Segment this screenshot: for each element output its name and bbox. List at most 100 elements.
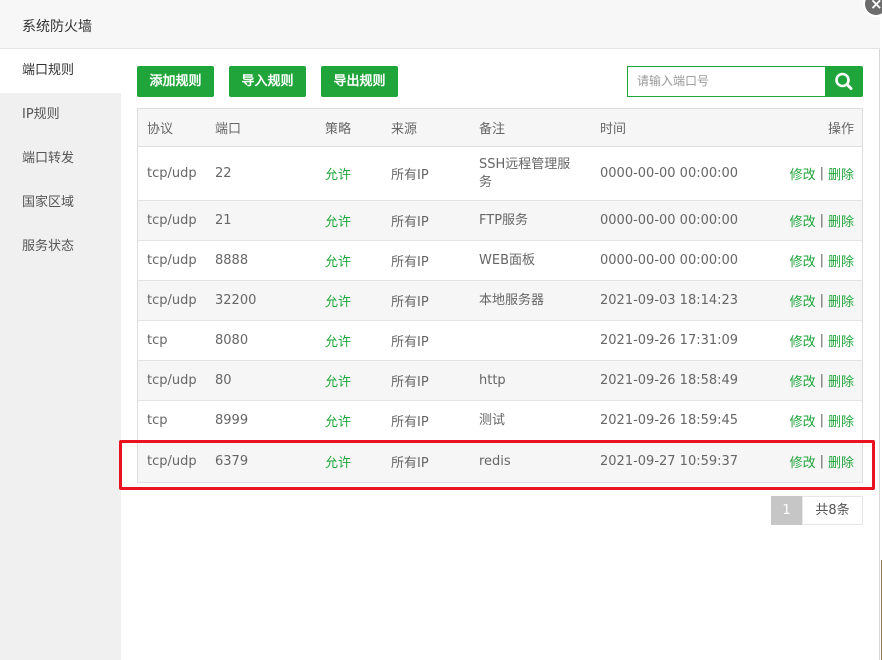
header-source: 来源 — [391, 122, 418, 137]
cell-actions: 修改 | 删除 — [734, 361, 854, 400]
close-icon: × — [870, 0, 882, 13]
cell-protocol: tcp — [147, 333, 168, 348]
action-separator: | — [819, 373, 824, 388]
cell-protocol: tcp/udp — [147, 213, 197, 228]
action-separator: | — [819, 253, 824, 268]
cell-protocol: tcp — [147, 413, 168, 428]
cell-port: 80 — [215, 373, 232, 388]
edit-link[interactable]: 修改 — [790, 251, 816, 270]
header-time: 时间 — [600, 122, 627, 137]
title-bar: 系统防火墙 — [0, 0, 880, 49]
table-row: tcp/udp 8888 允许 所有IP WEB面板 0000-00-00 00:00:0… — [138, 241, 862, 281]
cell-protocol: tcp/udp — [147, 373, 197, 388]
sidebar-item-label: 服务状态 — [22, 239, 75, 254]
edit-link[interactable]: 修改 — [790, 291, 816, 310]
cell-actions: 修改 | 删除 — [734, 401, 854, 440]
cell-policy: 允许 — [325, 335, 352, 350]
action-separator: | — [819, 166, 824, 181]
table-row: tcp/udp 21 允许 所有IP FTP服务 0000-00-00 00:00:00 修… — [138, 201, 862, 241]
sidebar-item-label: 国家区域 — [22, 195, 75, 210]
action-separator: | — [819, 293, 824, 308]
delete-link[interactable]: 删除 — [828, 164, 854, 183]
cell-port: 21 — [215, 213, 232, 228]
table-header: 协议 端口 策略 来源 备注 时间 操作 — [138, 109, 862, 147]
header-port: 端口 — [215, 122, 242, 137]
cell-source: 所有IP — [391, 168, 429, 183]
add-rule-button[interactable]: 添加规则 — [137, 66, 214, 97]
cell-source: 所有IP — [391, 415, 429, 430]
search-button[interactable] — [825, 66, 863, 97]
header-note: 备注 — [479, 122, 506, 137]
cell-port: 8080 — [215, 333, 249, 348]
cell-time: 0000-00-00 00:00:00 — [600, 166, 739, 181]
cell-protocol: tcp/udp — [147, 293, 197, 308]
highlight-box — [119, 440, 875, 490]
cell-time: 2021-09-03 18:14:23 — [600, 293, 739, 308]
cell-time: 2021-09-26 18:58:49 — [600, 373, 739, 388]
sidebar-item-ip-rules[interactable]: IP规则 — [0, 93, 121, 137]
cell-port: 8888 — [215, 253, 249, 268]
total-count: 共8条 — [802, 496, 863, 525]
cell-note: http — [479, 372, 506, 388]
edit-link[interactable]: 修改 — [790, 164, 816, 183]
cell-time: 2021-09-26 18:59:45 — [600, 413, 739, 428]
page-1-button[interactable]: 1 — [771, 496, 802, 525]
cell-port: 22 — [215, 166, 232, 181]
edit-link[interactable]: 修改 — [790, 211, 816, 230]
sidebar-item-country-region[interactable]: 国家区域 — [0, 181, 121, 225]
edit-link[interactable]: 修改 — [790, 331, 816, 350]
cell-note: FTP服务 — [479, 212, 529, 228]
cell-note: WEB面板 — [479, 252, 535, 268]
cell-actions: 修改 | 删除 — [734, 281, 854, 320]
table-row: tcp/udp 80 允许 所有IP http 2021-09-26 18:58:49 修改… — [138, 361, 862, 401]
search-icon — [835, 72, 853, 90]
cell-time: 0000-00-00 00:00:00 — [600, 253, 739, 268]
cell-policy: 允许 — [325, 168, 352, 183]
cell-note: 测试 — [479, 412, 506, 428]
cell-policy: 允许 — [325, 215, 352, 230]
export-rule-button[interactable]: 导出规则 — [321, 66, 398, 97]
sidebar-item-service-status[interactable]: 服务状态 — [0, 225, 121, 269]
table-row: tcp/udp 22 允许 所有IP SSH远程管理服务 0000-00-00 00:00… — [138, 147, 862, 201]
delete-link[interactable]: 删除 — [828, 331, 854, 350]
import-rule-button[interactable]: 导入规则 — [229, 66, 306, 97]
search-input[interactable]: 请输入端口号 — [627, 66, 826, 97]
cell-note: SSH远程管理服务 — [479, 156, 571, 190]
cell-policy: 允许 — [325, 255, 352, 270]
table-row: tcp/udp 32200 允许 所有IP 本地服务器 2021-09-03 18:14:… — [138, 281, 862, 321]
cell-source: 所有IP — [391, 335, 429, 350]
delete-link[interactable]: 删除 — [828, 211, 854, 230]
delete-link[interactable]: 删除 — [828, 371, 854, 390]
rules-table: 协议 端口 策略 来源 备注 时间 操作 tcp/udp 22 允许 所有IP SSH远… — [137, 108, 863, 483]
cell-source: 所有IP — [391, 215, 429, 230]
edit-link[interactable]: 修改 — [790, 411, 816, 430]
edit-link[interactable]: 修改 — [790, 371, 816, 390]
firewall-window: 系统防火墙 × 端口规则 IP规则 端口转发 国家区域 服务状态 添加规则 导入… — [0, 0, 882, 660]
cell-actions: 修改 | 删除 — [734, 241, 854, 280]
cell-time: 0000-00-00 00:00:00 — [600, 213, 739, 228]
sidebar-item-port-forward[interactable]: 端口转发 — [0, 137, 121, 181]
delete-link[interactable]: 删除 — [828, 291, 854, 310]
cell-policy: 允许 — [325, 375, 352, 390]
action-separator: | — [819, 333, 824, 348]
cell-note — [479, 321, 579, 360]
cell-source: 所有IP — [391, 255, 429, 270]
cell-source: 所有IP — [391, 295, 429, 310]
header-protocol: 协议 — [147, 122, 174, 137]
sidebar-item-port-rules[interactable]: 端口规则 — [0, 49, 121, 93]
cell-actions: 修改 | 删除 — [734, 201, 854, 240]
table-row: tcp 8999 允许 所有IP 测试 2021-09-26 18:59:45 修改 | 删除 — [138, 401, 862, 441]
cell-actions: 修改 | 删除 — [734, 147, 854, 200]
cell-actions: 修改 | 删除 — [734, 321, 854, 360]
action-separator: | — [819, 413, 824, 428]
delete-link[interactable]: 删除 — [828, 411, 854, 430]
sidebar-item-label: 端口规则 — [22, 63, 75, 78]
delete-link[interactable]: 删除 — [828, 251, 854, 270]
cell-note: 本地服务器 — [479, 292, 545, 308]
window-title: 系统防火墙 — [22, 19, 92, 35]
header-actions: 操作 — [827, 122, 854, 137]
sidebar-item-label: 端口转发 — [22, 151, 75, 166]
sidebar: 端口规则 IP规则 端口转发 国家区域 服务状态 — [0, 49, 121, 660]
header-policy: 策略 — [325, 122, 352, 137]
cell-policy: 允许 — [325, 415, 352, 430]
